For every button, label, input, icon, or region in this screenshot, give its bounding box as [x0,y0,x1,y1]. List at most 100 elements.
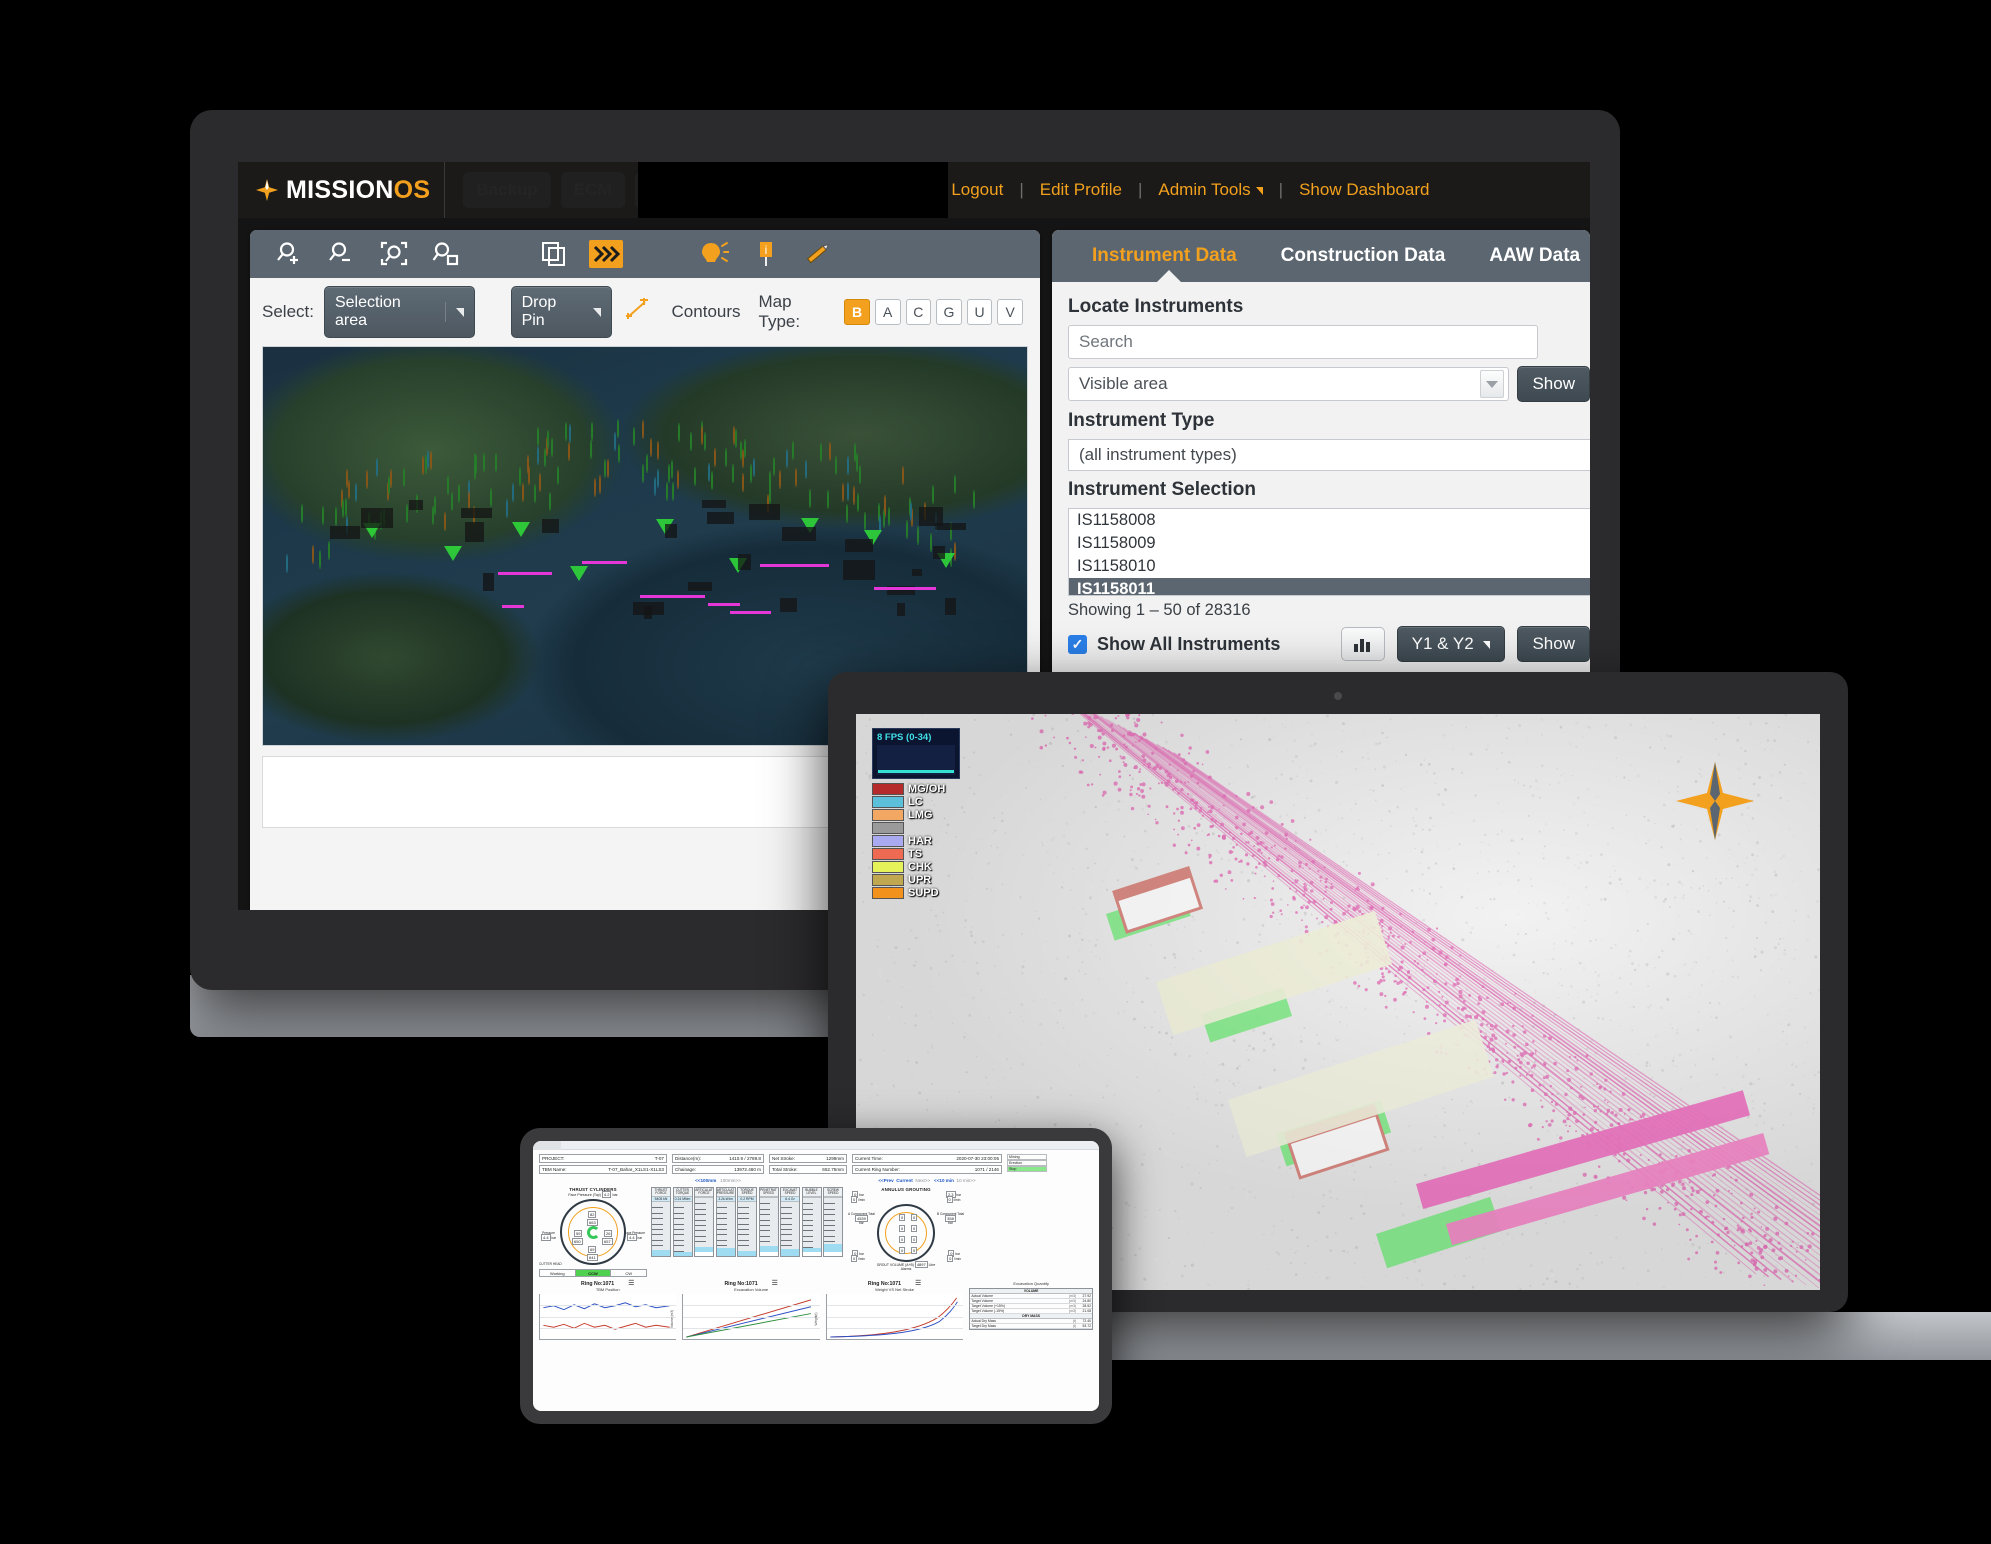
map-instrument-pin[interactable] [328,540,341,560]
selection-area-dropdown[interactable]: Selection area [323,286,476,338]
show-button[interactable]: Show [1517,366,1590,402]
browser-tab[interactable] [533,1141,561,1150]
map-instrument-pin[interactable] [321,505,335,525]
nav-back-10min[interactable]: <<10 min [934,1178,954,1183]
map-type-u[interactable]: U [966,299,993,325]
map-instrument-pin[interactable] [490,488,503,508]
map-zone-marker[interactable] [511,522,530,538]
map-instrument-pin[interactable] [591,421,604,441]
tab-instrument-data[interactable]: Instrument Data [1070,245,1259,267]
map-instrument-pin[interactable] [707,462,721,482]
backup-button[interactable]: Backup [463,172,551,208]
map-instrument-pin[interactable] [657,441,670,461]
map-instrument-pin[interactable] [473,453,487,473]
map-instrument-pin[interactable] [549,492,562,512]
nav-fwd-100mm[interactable]: 100mm>> [720,1178,741,1183]
nav-prev[interactable]: <<Prev [878,1178,893,1183]
map-instrument-pin[interactable] [335,506,348,526]
map-instrument-pin[interactable] [568,442,581,462]
light-bulb-icon[interactable] [688,234,740,274]
map-instrument-pin[interactable] [311,545,325,565]
map-type-a[interactable]: A [874,299,901,325]
ecm-button[interactable]: ECM [560,172,625,208]
nav-back-100mm[interactable]: <<100mm [695,1178,716,1183]
show-chart-button[interactable]: Show [1517,626,1590,662]
instrument-list-item[interactable]: IS1158010 [1069,555,1590,578]
map-instrument-pin[interactable] [616,418,630,438]
map-instrument-pin[interactable] [641,420,655,440]
instrument-list[interactable]: IS1158008IS1158009IS1158010IS1158011IS11… [1068,508,1590,596]
map-instrument-pin[interactable] [286,553,299,573]
nav-admin-tools[interactable]: Admin Tools [1144,180,1276,200]
map-instrument-pin[interactable] [402,468,416,488]
map-instrument-pin[interactable] [676,470,690,490]
info-pin-icon[interactable]: i [740,234,792,274]
map-type-g[interactable]: G [936,299,962,325]
map-instrument-pin[interactable] [834,455,848,475]
map-instrument-pin[interactable] [857,492,870,512]
map-instrument-pin[interactable] [888,507,901,527]
map-instrument-pin[interactable] [594,478,607,498]
zoom-to-box-icon[interactable] [420,234,472,274]
map-type-c[interactable]: C [905,299,932,325]
map-instrument-pin[interactable] [467,491,481,511]
map-instrument-pin[interactable] [657,468,670,488]
instrument-type-select[interactable]: (all instrument types) [1068,439,1590,471]
rotation-ccw-button[interactable]: CCW [575,1270,612,1276]
zoom-out-icon[interactable] [316,234,368,274]
map-instrument-pin[interactable] [432,506,445,526]
menu-icon[interactable]: ☰ [628,1280,634,1287]
contours-label[interactable]: Contours [666,302,759,322]
nav-edit-profile[interactable]: Edit Profile [1026,180,1136,200]
instrument-list-item[interactable]: IS1158011 [1069,578,1590,595]
drop-pin-dropdown[interactable]: Drop Pin [510,286,612,338]
map-instrument-pin[interactable] [703,431,717,451]
map-type-b[interactable]: B [844,299,870,325]
map-type-v[interactable]: V [997,299,1023,325]
nav-fwd-10min[interactable]: 10 min>> [957,1178,976,1183]
map-instrument-pin[interactable] [390,468,403,488]
map-instrument-pin[interactable] [568,423,582,443]
bar-chart-icon[interactable] [1340,627,1385,661]
map-instrument-pin[interactable] [953,474,967,494]
map-instrument-pin[interactable] [864,511,877,531]
map-instrument-pin[interactable] [750,463,763,483]
map-instrument-pin[interactable] [301,504,314,524]
map-instrument-pin[interactable] [551,438,564,458]
instrument-list-item[interactable]: IS1158008 [1069,509,1590,532]
nav-logout[interactable]: Logout [937,180,1017,200]
menu-icon[interactable]: ☰ [772,1280,778,1287]
map-instrument-pin[interactable] [932,484,945,504]
pencil-icon[interactable] [792,234,844,274]
nav-show-dashboard[interactable]: Show Dashboard [1285,180,1443,200]
map-zone-marker[interactable] [570,566,589,581]
instrument-list-item[interactable]: IS1158009 [1069,532,1590,555]
map-instrument-pin[interactable] [443,511,457,531]
map-instrument-pin[interactable] [505,498,519,518]
zoom-to-extent-icon[interactable] [368,234,420,274]
map-instrument-pin[interactable] [791,440,805,460]
map-instrument-pin[interactable] [808,489,822,509]
visible-area-select[interactable]: Visible area [1068,367,1510,401]
map-instrument-pin[interactable] [859,465,872,485]
map-instrument-pin[interactable] [847,456,860,476]
map-instrument-pin[interactable] [694,467,707,487]
show-all-checkbox[interactable]: ✓ [1068,634,1087,654]
map-instrument-pin[interactable] [495,452,508,472]
map-instrument-pin[interactable] [678,422,691,442]
search-input[interactable]: Search [1068,325,1538,359]
map-instrument-pin[interactable] [725,448,738,468]
map-instrument-pin[interactable] [779,469,792,489]
map-instrument-pin[interactable] [841,483,855,503]
nav-current[interactable]: Current [896,1178,913,1183]
map-instrument-pin[interactable] [590,439,603,459]
map-instrument-pin[interactable] [538,472,552,492]
rotation-cw-button[interactable]: CW [611,1270,646,1276]
map-instrument-pin[interactable] [511,482,525,502]
map-instrument-pin[interactable] [827,489,840,509]
map-instrument-pin[interactable] [557,466,570,486]
layers-icon[interactable] [528,234,580,274]
map-zone-marker[interactable] [443,546,462,561]
map-instrument-pin[interactable] [429,450,443,470]
map-instrument-pin[interactable] [902,466,915,486]
